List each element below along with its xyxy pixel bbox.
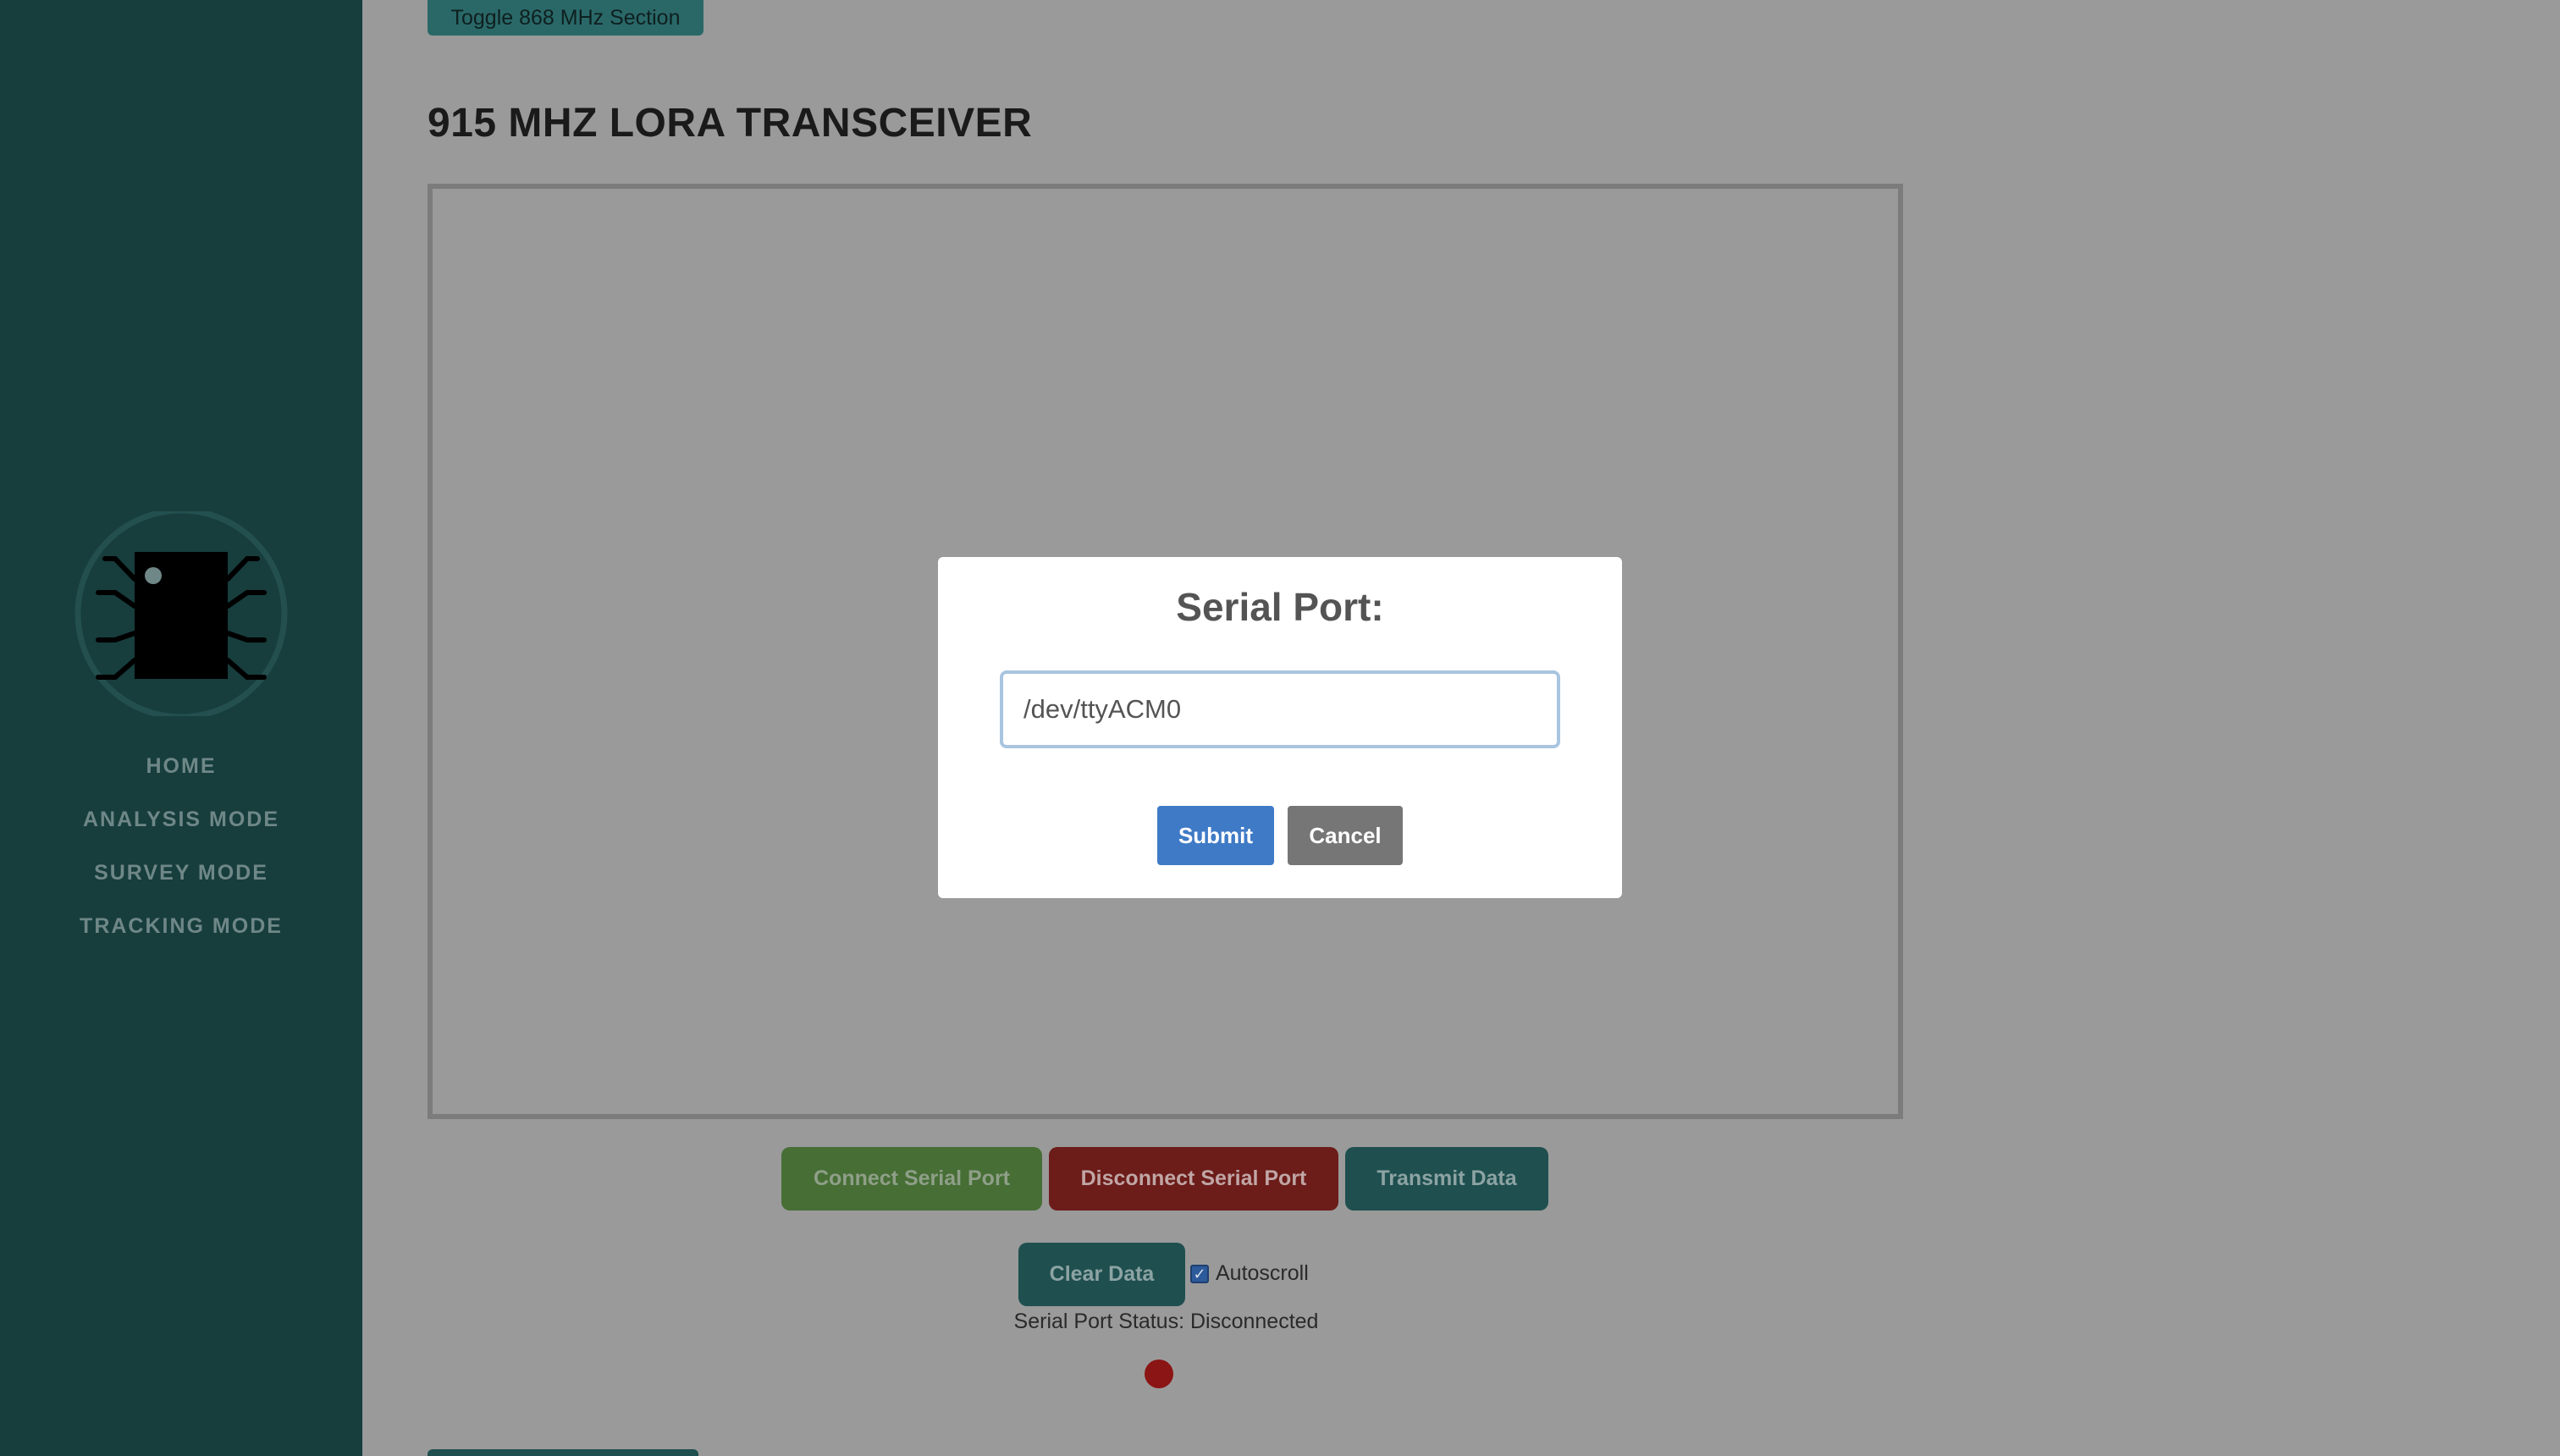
serial-port-input[interactable] [1000,670,1560,748]
cancel-button[interactable]: Cancel [1288,806,1403,865]
serial-status-text: Serial Port Status: Disconnected [1013,1310,1319,1333]
section-title: 915 MHZ LORA TRANSCEIVER [428,101,1033,146]
status-indicator [1145,1359,1173,1388]
autoscroll-toggle[interactable]: ✓ Autoscroll [1190,1261,1309,1286]
sidebar-nav: HOME ANALYSIS MODE SURVEY MODE TRACKING … [0,748,362,962]
nav-analysis-mode[interactable]: ANALYSIS MODE [0,802,362,855]
clear-data-button[interactable]: Clear Data [1018,1243,1185,1306]
connect-serial-button[interactable]: Connect Serial Port [781,1147,1042,1211]
chip-bug-icon [74,511,288,716]
serial-port-dialog: Serial Port: Submit Cancel [938,557,1622,898]
nav-home[interactable]: HOME [0,748,362,802]
section-toggle-button-partial[interactable] [428,1449,698,1456]
autoscroll-label: Autoscroll [1216,1261,1309,1285]
toggle-868-button[interactable]: Toggle 868 MHz Section [428,0,703,36]
autoscroll-checkbox[interactable]: ✓ [1190,1264,1209,1283]
nav-survey-mode[interactable]: SURVEY MODE [0,855,362,908]
disconnect-serial-button[interactable]: Disconnect Serial Port [1049,1147,1338,1211]
nav-tracking-mode[interactable]: TRACKING MODE [0,908,362,962]
submit-button[interactable]: Submit [1157,806,1274,865]
sidebar: HOME ANALYSIS MODE SURVEY MODE TRACKING … [0,0,362,1456]
dialog-title: Serial Port: [1176,585,1384,629]
transmit-data-button[interactable]: Transmit Data [1345,1147,1548,1211]
